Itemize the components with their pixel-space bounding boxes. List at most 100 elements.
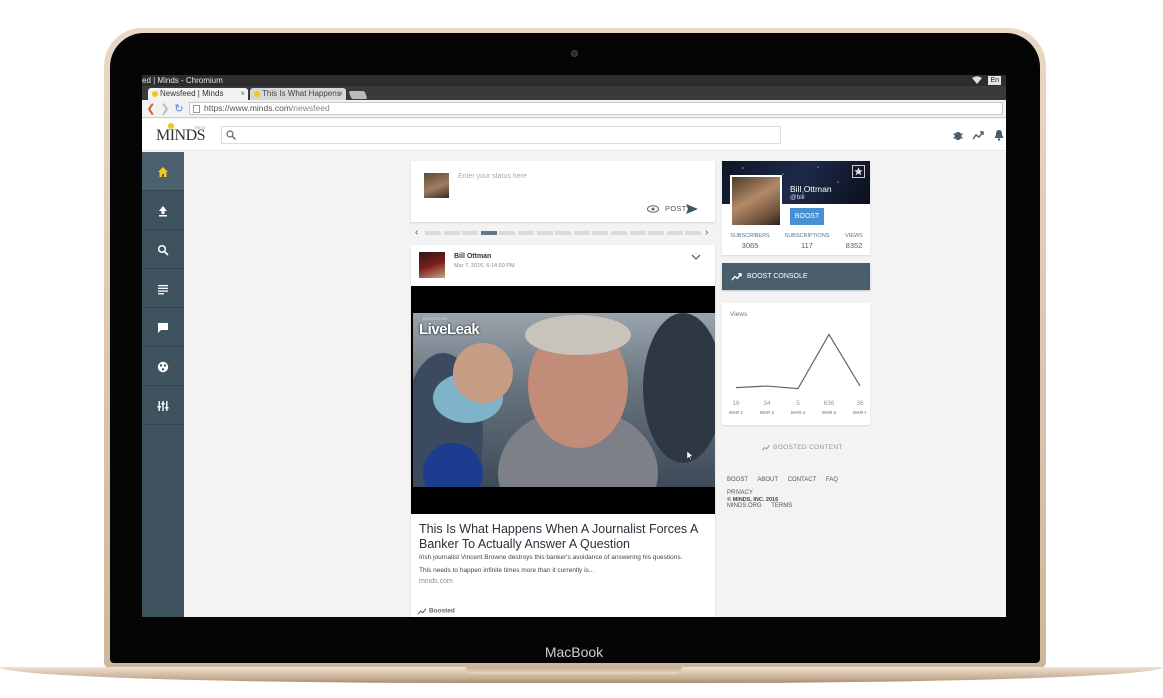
laptop-notch — [466, 667, 682, 674]
pager-segment[interactable] — [592, 231, 609, 235]
footer-link-boost[interactable]: BOOST — [727, 477, 748, 483]
sidebar-item-groups[interactable] — [142, 347, 184, 386]
boosted-label: Boosted — [428, 607, 455, 615]
pager-segment[interactable] — [648, 231, 665, 235]
eye-icon[interactable] — [647, 205, 659, 213]
groups-icon — [157, 361, 169, 373]
post-description: Irish journalist Vincent Browne destroys… — [419, 554, 683, 561]
pager-segment[interactable] — [666, 231, 683, 235]
boosted-content-label: BOOSTED CONTENT — [773, 444, 843, 452]
boosted-content-link[interactable]: BOOSTED CONTENT — [761, 444, 843, 451]
search-input[interactable] — [221, 126, 781, 144]
address-bar[interactable]: https://www.minds.com/newsfeed — [189, 102, 1003, 115]
boost-button[interactable]: BOOST — [790, 208, 824, 225]
star-icon[interactable] — [852, 165, 865, 178]
sidebar-item-admin[interactable] — [142, 386, 184, 425]
banner-star — [782, 173, 784, 175]
pager-segment[interactable] — [443, 231, 460, 235]
search-icon — [157, 244, 169, 256]
sidebar-item-upload[interactable] — [142, 191, 184, 230]
video-man-hair — [525, 315, 631, 355]
tab-close-icon[interactable]: × — [338, 88, 343, 100]
tab-article[interactable]: This Is What Happens × — [250, 88, 346, 100]
views-data-label: 5 — [796, 400, 800, 407]
screen: ed | Minds - Chromium En Newsfeed | Mind… — [142, 75, 1006, 617]
boost-console-button[interactable]: BOOST CONSOLE — [722, 263, 870, 290]
trending-icon — [731, 273, 742, 281]
device-label: MacBook — [544, 644, 604, 660]
stat-views-value: 8352 — [845, 241, 863, 250]
stage: ed | Minds - Chromium En Newsfeed | Mind… — [0, 0, 1163, 698]
back-arrow-icon[interactable]: ❮ — [145, 102, 157, 116]
video-background-figure — [643, 313, 715, 463]
pager-segment[interactable] — [629, 231, 646, 235]
stat-subscribers-value[interactable]: 3065 — [726, 241, 774, 250]
profile-name[interactable]: Bill Ottman — [790, 184, 832, 194]
url-path: /newsfeed — [290, 103, 330, 113]
avatar[interactable] — [419, 252, 445, 278]
footer-link-about[interactable]: ABOUT — [757, 477, 778, 483]
views-data-label: 36 — [856, 400, 864, 407]
views-x-tick-label: MAR 2 — [729, 410, 743, 415]
sidebar-item-newsfeed[interactable] — [142, 269, 184, 308]
stat-subscribers-label: SUBSCRIBERS — [730, 233, 770, 239]
stat-subscriptions-label: SUBSCRIPTIONS — [784, 233, 830, 239]
post-button[interactable]: POST — [665, 204, 687, 213]
avatar[interactable] — [424, 173, 449, 198]
pager-segment[interactable] — [518, 231, 534, 235]
pager-segment[interactable] — [536, 231, 553, 235]
pager-segment[interactable] — [425, 231, 441, 235]
chevron-down-icon[interactable] — [691, 254, 701, 261]
pager-segment[interactable] — [685, 231, 702, 235]
new-tab-button[interactable] — [348, 91, 368, 99]
minds-favicon-icon — [254, 91, 260, 97]
post-title[interactable]: This Is What Happens When A Journalist F… — [419, 522, 711, 552]
page-icon — [193, 105, 200, 113]
footer-link-contact[interactable]: CONTACT — [788, 477, 817, 483]
keyboard-language[interactable]: En — [988, 76, 1001, 85]
sidebar-item-search[interactable] — [142, 230, 184, 269]
os-top-bar: ed | Minds - Chromium En — [142, 75, 1006, 86]
home-icon — [158, 167, 168, 177]
chevron-right-icon[interactable]: › — [705, 227, 708, 239]
trending-icon — [417, 608, 427, 615]
pager-segment[interactable] — [480, 231, 497, 235]
footer-link-privacy[interactable]: PRIVACY — [727, 490, 753, 496]
pager-segment[interactable] — [611, 231, 627, 235]
stat-subscriptions-value[interactable]: 117 — [780, 241, 834, 250]
tab-close-icon[interactable]: × — [240, 88, 245, 100]
post-link[interactable]: minds.com — [419, 578, 453, 585]
views-line-chart: 16 MAR 2 34 MAR 3 5 MAR 4 636 MAR 5 36 MAR 6 — [729, 333, 866, 415]
reload-icon[interactable]: ↻ — [173, 102, 185, 116]
boost-rotator-pager: ‹ › — [411, 227, 715, 239]
status-input[interactable]: Enter your status here — [458, 173, 527, 180]
post-owner-name[interactable]: Bill Ottman — [454, 253, 491, 260]
sidebar-item-home[interactable] — [142, 152, 184, 191]
footer-link-minds-org[interactable]: MINDS.ORG — [727, 503, 762, 509]
trending-icon[interactable] — [972, 129, 984, 141]
chevron-left-icon[interactable]: ‹ — [415, 227, 418, 239]
avatar[interactable] — [730, 175, 782, 227]
pager-segment[interactable] — [499, 231, 516, 235]
sidebar-item-messenger[interactable] — [142, 308, 184, 347]
forward-arrow-icon[interactable]: ❯ — [159, 102, 171, 116]
views-title: Views — [730, 311, 748, 318]
bug-icon[interactable] — [952, 129, 964, 141]
tab-label: This Is What Happens — [262, 89, 341, 98]
send-icon[interactable] — [686, 204, 698, 214]
pager-segment[interactable] — [555, 231, 572, 235]
footer-link-faq[interactable]: FAQ — [826, 477, 838, 483]
bell-icon[interactable] — [993, 129, 1005, 141]
window-title: ed | Minds - Chromium — [142, 76, 223, 85]
browser-toolbar: ❮ ❯ ↻ https://www.minds.com/newsfeed — [142, 100, 1006, 118]
pager-segment[interactable] — [462, 231, 479, 235]
footer-link-terms[interactable]: TERMS — [771, 503, 792, 509]
profile-handle: @bill — [790, 194, 805, 201]
footer-links: BOOST ABOUT CONTACT FAQ PRIVACY MINDS.OR… — [727, 474, 873, 513]
stat-views-label: VIEWS — [845, 233, 863, 239]
pager-segment[interactable] — [573, 231, 590, 235]
minds-favicon-icon — [152, 91, 158, 97]
post-date: Mar 7, 2016, 6:14:50 PM — [454, 263, 515, 269]
tab-newsfeed[interactable]: Newsfeed | Minds × — [148, 88, 248, 100]
video-player[interactable]: HOSTED ON LiveLeak — [411, 286, 715, 514]
